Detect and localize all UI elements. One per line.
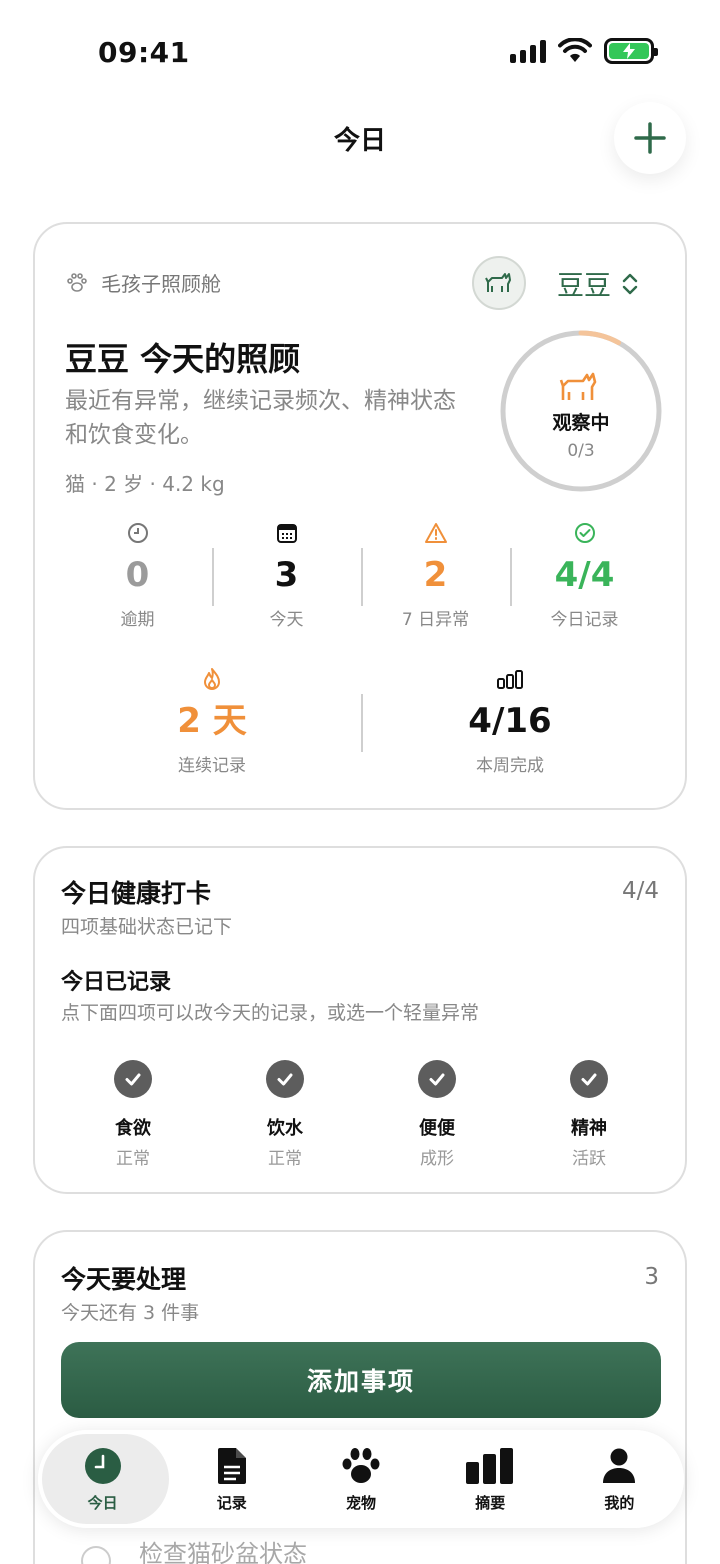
brand-label: 毛孩子照顾舱: [101, 272, 221, 296]
stat-abnormal[interactable]: 2 7 日异常: [361, 520, 510, 630]
health-checkin-card: 今日健康打卡 4/4 四项基础状态已记下 今日已记录 点下面四项可以改今天的记录…: [33, 846, 687, 1194]
todo-subtitle: 今天还有 3 件事: [61, 1302, 200, 1324]
cat-icon: [485, 273, 511, 292]
status-icons: [510, 38, 658, 64]
health-item-state: 正常: [116, 1149, 150, 1169]
stat-streak[interactable]: 2 天 连续记录: [63, 666, 361, 776]
recorded-title: 今日已记录: [61, 970, 172, 995]
tab-me[interactable]: 我的: [555, 1430, 684, 1528]
tab-label: 摘要: [475, 1493, 506, 1512]
pet-name: 豆豆: [557, 271, 611, 302]
status-label: 观察中: [552, 411, 610, 434]
health-item-state: 成形: [420, 1149, 454, 1169]
stat-value: 3: [274, 555, 299, 595]
stat-records[interactable]: 4/4 今日记录: [510, 520, 659, 630]
tab-label: 今日: [87, 1493, 118, 1512]
stat-value: 4/4: [554, 555, 615, 595]
stat-value: 4/16: [468, 701, 552, 741]
tab-label: 记录: [216, 1493, 247, 1512]
health-item-state: 正常: [268, 1149, 302, 1169]
pet-overview-card: 毛孩子照顾舱 豆豆 豆豆 今天的照顾 最近有异常，继续记录频次、精神状态和饮食变…: [33, 222, 687, 810]
tab-label: 宠物: [346, 1493, 377, 1512]
stat-today[interactable]: 3 今天: [212, 520, 361, 630]
status-bar: 09:41: [0, 0, 720, 100]
health-count: 4/4: [621, 878, 659, 904]
check-circle-icon: [574, 522, 595, 543]
health-item-stool[interactable]: 便便 成形: [361, 1060, 513, 1169]
stat-value: 2: [423, 555, 448, 595]
status-count: 0/3: [567, 440, 595, 461]
tab-pets[interactable]: 宠物: [296, 1430, 425, 1528]
paw-icon: [67, 272, 87, 292]
check-icon: [277, 1073, 293, 1086]
health-item-state: 活跃: [572, 1149, 606, 1169]
tab-records[interactable]: 记录: [167, 1430, 296, 1528]
wifi-icon: [558, 38, 592, 62]
pet-avatar[interactable]: [472, 256, 526, 310]
streak-row: 2 天 连续记录 4/16 本周完成: [63, 666, 659, 776]
clock-icon: [84, 1447, 121, 1484]
health-item-appetite[interactable]: 食欲 正常: [57, 1060, 209, 1169]
care-description: 最近有异常，继续记录频次、精神状态和饮食变化。: [65, 388, 456, 448]
stat-label: 逾期: [120, 610, 155, 630]
health-subtitle: 四项基础状态已记下: [61, 916, 233, 938]
add-button[interactable]: [614, 102, 686, 174]
stat-label: 本周完成: [476, 756, 544, 776]
status-time: 09:41: [98, 36, 190, 69]
bar-chart-icon: [466, 1447, 514, 1484]
brand-row: 毛孩子照顾舱: [65, 268, 221, 297]
flame-icon: [204, 667, 220, 690]
health-item-water[interactable]: 饮水 正常: [209, 1060, 361, 1169]
tab-label: 我的: [604, 1493, 635, 1512]
health-items: 食欲 正常 饮水 正常 便便 成形 精神 活跃: [57, 1060, 665, 1169]
signal-icon: [510, 39, 546, 63]
battery-icon: [604, 38, 658, 64]
todo-title: 今天要处理: [61, 1265, 187, 1294]
recorded-subtitle: 点下面四项可以改今天的记录，或选一个轻量异常: [61, 1002, 480, 1024]
health-title: 今日健康打卡: [61, 879, 212, 908]
health-item-name: 食欲: [115, 1118, 151, 1139]
health-item-name: 精神: [571, 1118, 607, 1139]
tab-summary[interactable]: 摘要: [426, 1430, 555, 1528]
plus-icon: [634, 122, 666, 154]
tab-today[interactable]: 今日: [38, 1430, 170, 1528]
health-item-name: 便便: [419, 1118, 455, 1139]
health-item-name: 饮水: [267, 1118, 303, 1139]
health-item-energy[interactable]: 精神 活跃: [513, 1060, 665, 1169]
check-icon: [429, 1073, 445, 1086]
person-icon: [603, 1448, 636, 1483]
page-title: 今日: [333, 126, 386, 156]
bars-icon: [497, 669, 523, 689]
tab-bar: 今日 记录 宠物 摘要 我的: [38, 1430, 684, 1528]
clock-icon: [127, 522, 148, 543]
stat-label: 7 日异常: [401, 610, 470, 630]
stat-weekly[interactable]: 4/16 本周完成: [361, 666, 659, 776]
todo-checkbox[interactable]: [81, 1546, 111, 1564]
stat-label: 今日记录: [550, 610, 619, 630]
chevron-up-down-icon: [622, 273, 638, 294]
stat-label: 连续记录: [178, 756, 246, 776]
warning-icon: [424, 522, 447, 543]
stat-value: 0: [125, 555, 150, 595]
document-icon: [217, 1447, 246, 1484]
stat-label: 今天: [269, 610, 304, 630]
todo-item-label[interactable]: 检查猫砂盆状态: [139, 1534, 307, 1564]
stat-value: 2 天: [177, 701, 247, 741]
pet-meta: 猫 · 2 岁 · 4.2 kg: [65, 472, 225, 496]
care-title: 豆豆 今天的照顾: [65, 340, 301, 378]
stat-overdue[interactable]: 0 逾期: [63, 520, 212, 630]
check-icon: [581, 1073, 597, 1086]
add-item-button[interactable]: 添加事项: [61, 1342, 661, 1418]
calendar-icon: [276, 523, 297, 543]
status-ring: 观察中 0/3: [498, 328, 664, 494]
pet-switcher[interactable]: 豆豆: [557, 264, 639, 303]
stats-row: 0 逾期 3 今天 2 7 日异常 4/4 今日记录: [63, 520, 659, 630]
cat-icon: [559, 372, 597, 400]
todo-count: 3: [644, 1264, 659, 1290]
check-icon: [125, 1073, 141, 1086]
paw-icon: [342, 1447, 380, 1483]
